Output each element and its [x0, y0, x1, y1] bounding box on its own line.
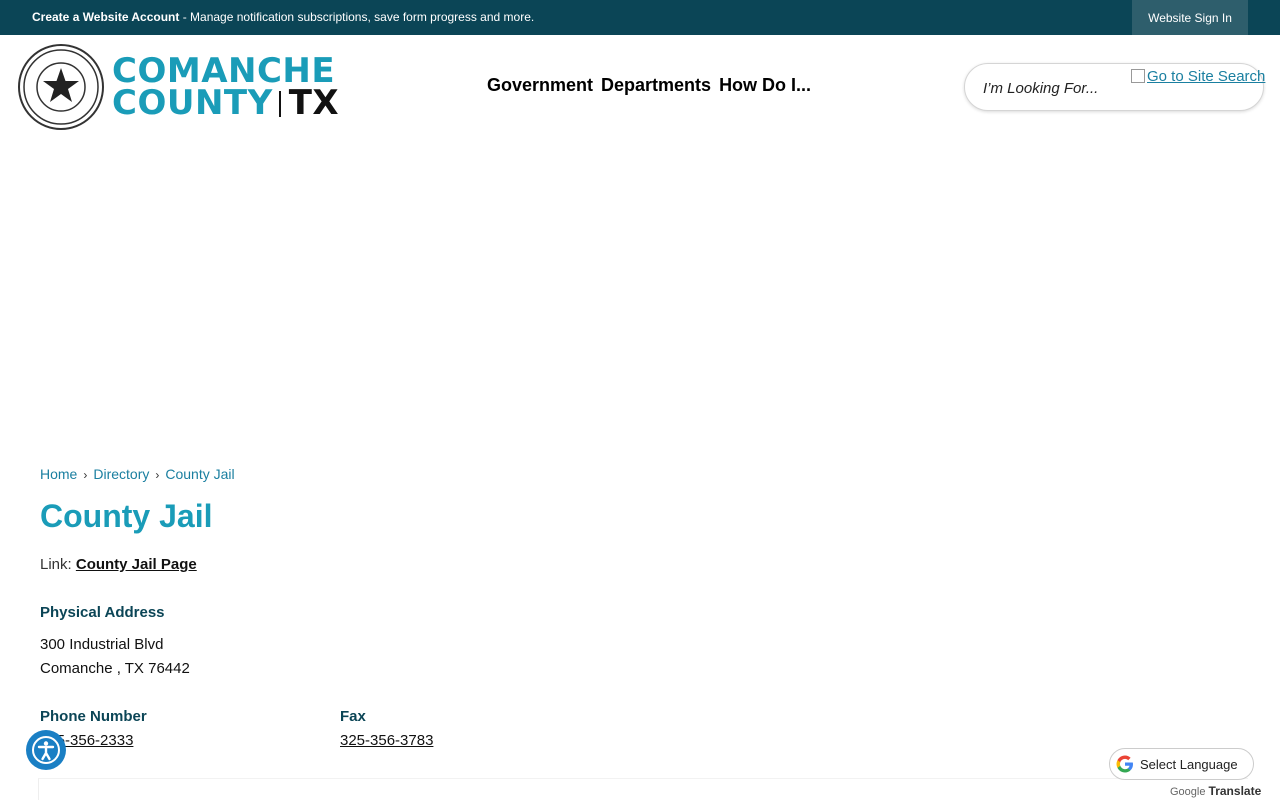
language-select-label: Select Language	[1140, 757, 1238, 772]
logo-suffix: TX	[288, 83, 340, 123]
account-description: - Manage notification subscriptions, sav…	[179, 10, 535, 24]
main-nav: Government Departments How Do I...	[487, 75, 811, 96]
link-row: Link: County Jail Page	[40, 556, 197, 573]
google-translate-credit: Google Translate	[1170, 784, 1261, 798]
nav-how-do-i[interactable]: How Do I...	[719, 75, 811, 96]
broken-image-icon	[1131, 69, 1145, 83]
search-go-link[interactable]: Go to Site Search	[1131, 68, 1265, 85]
fax-link[interactable]: 325-356-3783	[340, 732, 433, 749]
link-label: Link:	[40, 556, 72, 573]
address-line-2: Comanche , TX 76442	[40, 660, 190, 677]
google-g-icon	[1116, 755, 1133, 773]
website-sign-in-button[interactable]: Website Sign In	[1132, 0, 1248, 35]
powered-by-google: Google	[1170, 786, 1206, 798]
fax-label: Fax	[340, 708, 366, 725]
translate-label: Translate	[1208, 784, 1262, 798]
create-account-link[interactable]: Create a Website Account	[32, 10, 179, 24]
content-divider	[38, 778, 1248, 800]
search-input[interactable]	[983, 76, 1133, 100]
site-logo[interactable]: COMANCHE COUNTY TX	[112, 54, 339, 120]
page-title: County Jail	[40, 498, 213, 534]
breadcrumb: Home › Directory › County Jail	[40, 466, 235, 482]
breadcrumb-current[interactable]: County Jail	[165, 466, 234, 482]
language-select[interactable]: Select Language	[1109, 748, 1254, 780]
account-message: Create a Website Account - Manage notifi…	[32, 10, 534, 24]
phone-label: Phone Number	[40, 708, 147, 725]
physical-address-label: Physical Address	[40, 604, 165, 621]
breadcrumb-directory[interactable]: Directory	[93, 466, 149, 482]
nav-departments[interactable]: Departments	[601, 75, 711, 96]
nav-government[interactable]: Government	[487, 75, 593, 96]
breadcrumb-home[interactable]: Home	[40, 466, 77, 482]
search-go-label: Go to Site Search	[1147, 68, 1266, 85]
county-jail-page-link[interactable]: County Jail Page	[76, 556, 197, 573]
address-line-1: 300 Industrial Blvd	[40, 636, 164, 653]
top-bar: Create a Website Account - Manage notifi…	[0, 0, 1280, 35]
site-search: Go to Site Search	[964, 63, 1265, 111]
accessibility-icon[interactable]	[26, 730, 66, 770]
site-header: COMANCHE COUNTY TX Government Departments…	[0, 35, 1280, 140]
logo-line-2: COUNTY	[112, 83, 273, 123]
county-seal-icon[interactable]	[18, 44, 104, 130]
